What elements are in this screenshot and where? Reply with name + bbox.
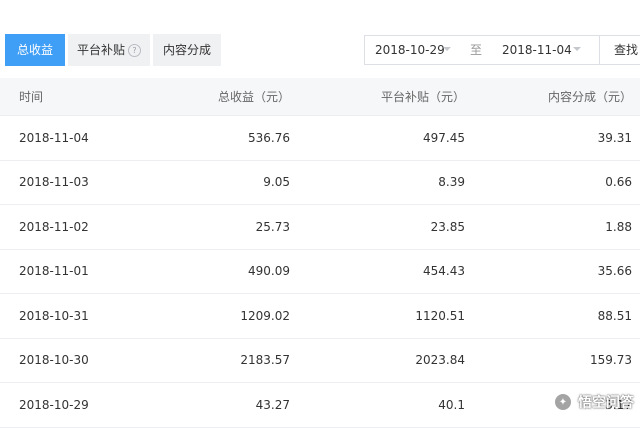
cell-date: 2018-11-02 (19, 219, 89, 234)
cell-subsidy: 2023.84 (415, 353, 465, 368)
cell-total: 43.27 (255, 397, 290, 412)
tab-total-revenue[interactable]: 总收益 (5, 34, 65, 66)
table-row: 2018-11-01 490.09 454.43 35.66 (0, 250, 640, 294)
top-toolbar: 总收益 平台补贴? 内容分成 2018-10-29 至 2018-11-04 查… (0, 0, 640, 78)
chevron-down-icon[interactable] (443, 47, 451, 51)
end-date-field[interactable]: 2018-11-04 (502, 36, 572, 64)
help-icon[interactable]: ? (128, 44, 141, 57)
tab-label: 内容分成 (162, 43, 211, 57)
revenue-tabs: 总收益 平台补贴? 内容分成 (5, 34, 224, 66)
cell-date: 2018-10-31 (19, 308, 89, 323)
column-header-total: 总收益（元） (217, 90, 290, 104)
column-header-date: 时间 (19, 90, 44, 104)
table-row: 2018-10-31 1209.02 1120.51 88.51 (0, 294, 640, 339)
cell-total: 25.73 (255, 219, 290, 234)
cell-subsidy: 23.85 (430, 219, 465, 234)
tab-label: 总收益 (16, 43, 53, 57)
cell-date: 2018-11-01 (19, 264, 89, 279)
cell-date: 2018-10-29 (19, 397, 89, 412)
watermark-text: 悟空问答 (578, 395, 634, 411)
cell-total: 9.05 (263, 175, 290, 190)
table-row: 2018-10-29 43.27 40.1 3.17 (0, 383, 640, 428)
tab-platform-subsidy[interactable]: 平台补贴? (68, 34, 150, 66)
date-separator: 至 (470, 43, 483, 57)
cell-subsidy: 40.1 (438, 397, 465, 412)
table-header: 时间 总收益（元） 平台补贴（元） 内容分成（元） (0, 78, 640, 116)
revenue-table: 时间 总收益（元） 平台补贴（元） 内容分成（元） 2018-11-04 536… (0, 78, 640, 428)
cell-date: 2018-10-30 (19, 353, 89, 368)
date-range-picker: 2018-10-29 至 2018-11-04 查找 (364, 35, 640, 65)
chevron-down-icon[interactable] (573, 47, 581, 51)
cell-total: 536.76 (248, 130, 290, 145)
wukong-logo-icon: ✦ (553, 392, 573, 412)
column-header-subsidy: 平台补贴（元） (380, 90, 465, 104)
table-row: 2018-11-03 9.05 8.39 0.66 (0, 161, 640, 205)
cell-total: 2183.57 (240, 353, 290, 368)
wukong-watermark: ✦ 悟空问答 (553, 390, 634, 414)
cell-total: 1209.02 (240, 308, 290, 323)
table-row: 2018-11-04 536.76 497.45 39.31 (0, 116, 640, 161)
cell-share: 1.88 (605, 219, 632, 234)
cell-share: 88.51 (597, 308, 632, 323)
cell-subsidy: 8.39 (438, 175, 465, 190)
tab-label: 平台补贴 (76, 43, 125, 57)
cell-share: 0.66 (605, 175, 632, 190)
cell-share: 39.31 (597, 130, 632, 145)
query-button[interactable]: 查找 (599, 36, 640, 64)
table-row: 2018-10-30 2183.57 2023.84 159.73 (0, 339, 640, 383)
cell-date: 2018-11-03 (19, 175, 89, 190)
cell-total: 490.09 (248, 264, 290, 279)
cell-subsidy: 454.43 (423, 264, 465, 279)
cell-subsidy: 497.45 (423, 130, 465, 145)
cell-share: 159.73 (590, 353, 632, 368)
column-header-share: 内容分成（元） (547, 90, 632, 104)
table-row: 2018-11-02 25.73 23.85 1.88 (0, 205, 640, 250)
cell-subsidy: 1120.51 (415, 308, 465, 323)
tab-content-share[interactable]: 内容分成 (153, 34, 221, 66)
cell-share: 35.66 (597, 264, 632, 279)
start-date-field[interactable]: 2018-10-29 (375, 36, 445, 64)
cell-date: 2018-11-04 (19, 130, 89, 145)
